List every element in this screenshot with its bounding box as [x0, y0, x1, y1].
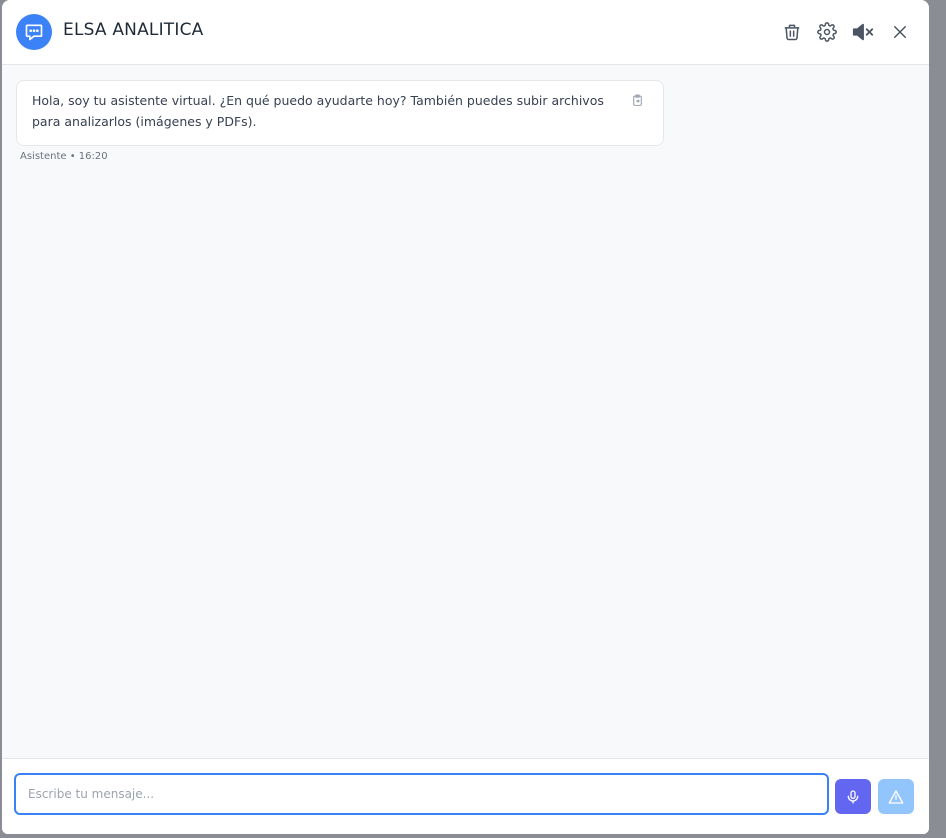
- microphone-icon: [847, 789, 859, 804]
- copy-message-button[interactable]: [631, 92, 645, 106]
- close-button[interactable]: [886, 18, 914, 46]
- message-text: Hola, soy tu asistente virtual. ¿En qué …: [32, 93, 604, 129]
- clear-chat-button[interactable]: [778, 18, 806, 46]
- settings-button[interactable]: [813, 18, 841, 46]
- message-input[interactable]: [14, 773, 829, 815]
- speaker-muted-icon: [852, 23, 874, 41]
- close-icon: [894, 26, 906, 38]
- send-icon: [888, 789, 904, 804]
- chat-header: ELSA ANALITICA: [2, 0, 929, 65]
- mute-toggle-button[interactable]: [849, 18, 877, 46]
- copy-icon: [633, 94, 642, 106]
- message-composer: [2, 758, 929, 834]
- gear-icon: [817, 22, 837, 42]
- assistant-message: Hola, soy tu asistente virtual. ¿En qué …: [16, 80, 664, 146]
- chat-bubble-icon: [16, 14, 52, 50]
- message-list: Hola, soy tu asistente virtual. ¿En qué …: [2, 65, 929, 758]
- chat-window: ELSA ANALITICA Hola, soy tu asistente vi…: [2, 0, 929, 834]
- message-meta: Asistente • 16:20: [20, 151, 108, 162]
- trash-icon: [784, 24, 800, 41]
- send-button[interactable]: [878, 779, 914, 814]
- chat-title: ELSA ANALITICA: [63, 20, 204, 40]
- voice-input-button[interactable]: [835, 779, 871, 814]
